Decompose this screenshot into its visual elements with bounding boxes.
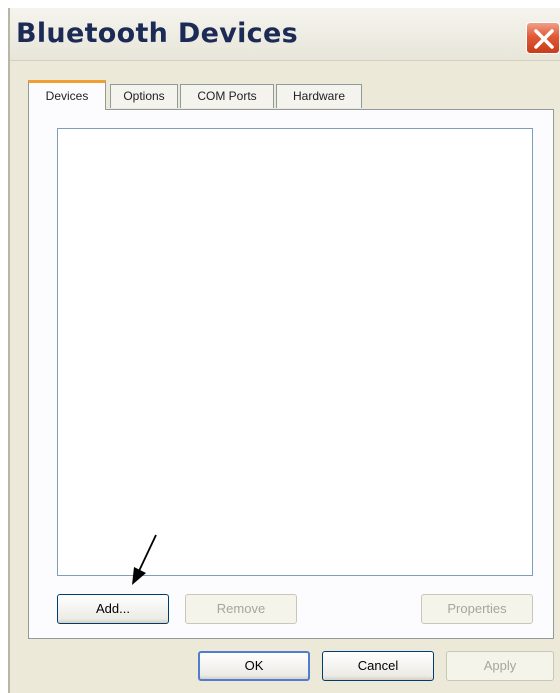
add-button-label: Add...	[96, 601, 130, 616]
cancel-button[interactable]: Cancel	[322, 651, 434, 681]
window-title: Bluetooth Devices	[16, 18, 298, 49]
tab-com-ports[interactable]: COM Ports	[180, 84, 274, 108]
devices-tab-panel: Add... Remove Properties	[28, 109, 554, 639]
tab-options[interactable]: Options	[110, 84, 178, 108]
remove-button-label: Remove	[216, 601, 266, 616]
tab-hardware[interactable]: Hardware	[276, 84, 362, 108]
devices-list[interactable]	[57, 128, 533, 576]
cancel-button-label: Cancel	[357, 658, 399, 673]
ok-button[interactable]: OK	[198, 651, 310, 681]
add-button[interactable]: Add...	[57, 594, 169, 624]
close-button[interactable]	[526, 22, 560, 54]
apply-button-label: Apply	[483, 658, 517, 673]
title-bar: Bluetooth Devices	[10, 8, 560, 61]
properties-button[interactable]: Properties	[421, 594, 533, 624]
close-icon	[534, 29, 554, 49]
apply-button[interactable]: Apply	[446, 651, 554, 681]
ok-button-label: OK	[244, 658, 264, 673]
bluetooth-devices-dialog: Bluetooth Devices Devices Options COM Po…	[8, 8, 560, 693]
properties-button-label: Properties	[447, 601, 507, 616]
tab-devices[interactable]: Devices	[28, 80, 106, 110]
remove-button[interactable]: Remove	[185, 594, 297, 624]
